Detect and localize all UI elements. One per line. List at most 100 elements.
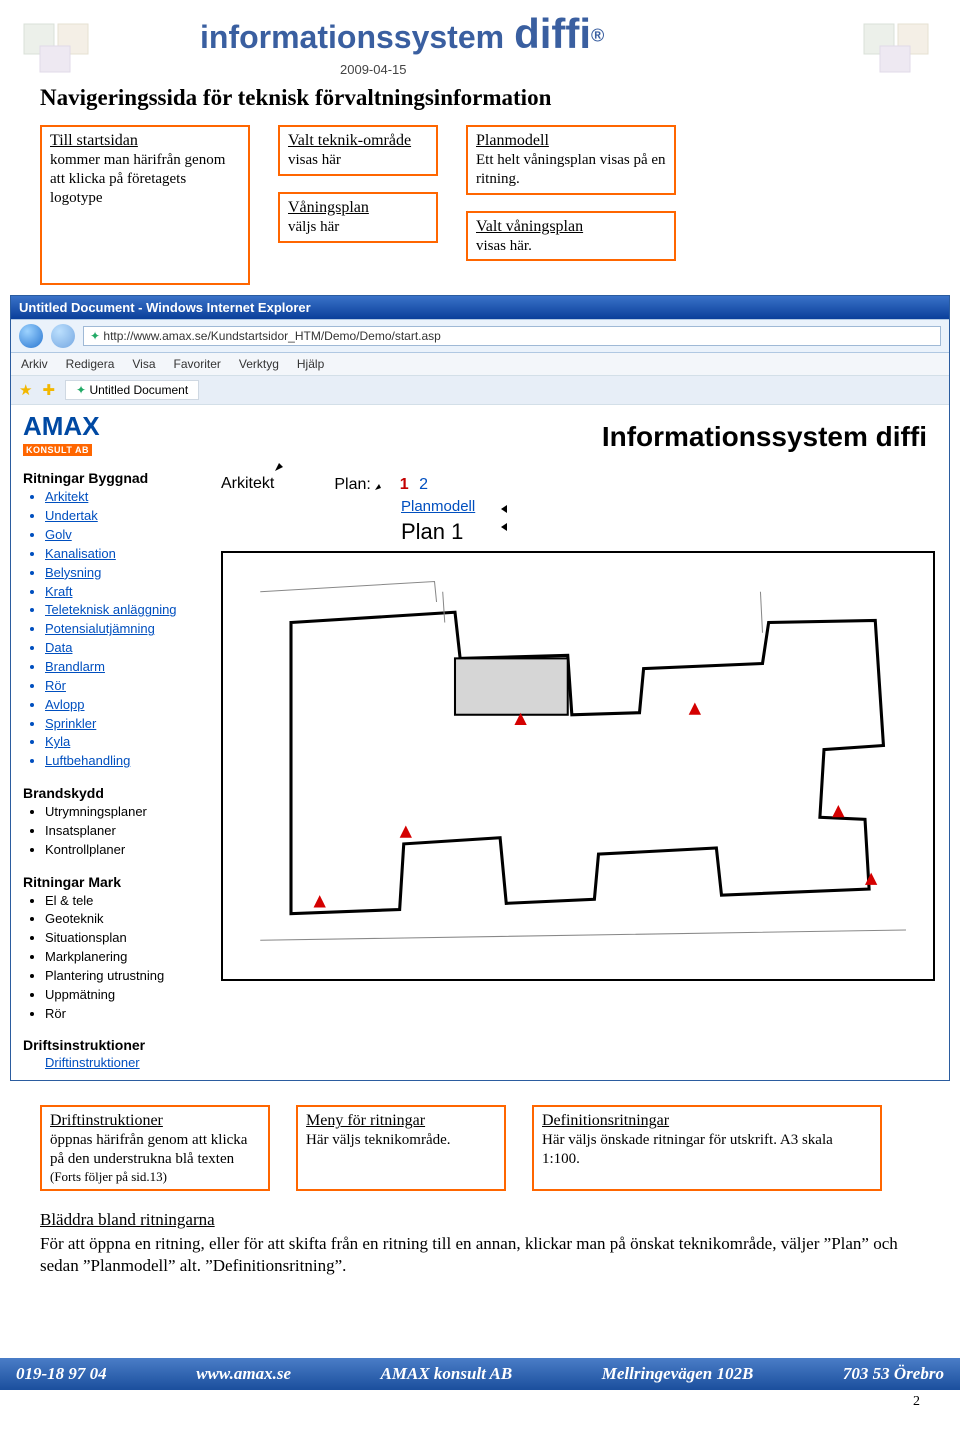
footer-bar: 019-18 97 04 www.amax.se AMAX konsult AB… — [0, 1358, 960, 1390]
sidebar-item[interactable]: Data — [45, 639, 203, 658]
sidebar-item: Plantering utrustning — [45, 967, 203, 986]
callout-teknik: Valt teknik-område visas här — [278, 125, 438, 176]
menu-arkiv[interactable]: Arkiv — [21, 357, 48, 371]
footer-company: AMAX konsult AB — [381, 1364, 513, 1384]
sidebar-heading: Brandskydd — [23, 785, 203, 801]
sidebar-item: Uppmätning — [45, 986, 203, 1005]
footer-post: 703 53 Örebro — [843, 1364, 944, 1384]
menu-verktyg[interactable]: Verktyg — [239, 357, 279, 371]
page-number: 2 — [0, 1390, 960, 1418]
sidebar-heading: Driftsinstruktioner — [23, 1037, 203, 1053]
sidebar-item[interactable]: Potensialutjämning — [45, 620, 203, 639]
bottom-text: För att öppna en ritning, eller för att … — [40, 1234, 898, 1275]
arrow-icon — [373, 478, 387, 492]
sidebar-item[interactable]: Kyla — [45, 733, 203, 752]
teknikomrade-value: Arkitekt — [221, 475, 274, 494]
ie-menubar: Arkiv Redigera Visa Favoriter Verktyg Hj… — [11, 353, 949, 376]
callout-drift-note: (Forts följer på sid.13) — [50, 1169, 260, 1185]
callout-start-caption: Till startsidan — [50, 131, 240, 151]
sidebar-item[interactable]: Sprinkler — [45, 715, 203, 734]
ie-window: Untitled Document - Windows Internet Exp… — [10, 295, 950, 1081]
callout-def: Definitionsritningar Här väljs önskade r… — [532, 1105, 882, 1191]
logo-brand: AMAX — [23, 415, 203, 438]
plan-1-link[interactable]: 1 — [400, 476, 409, 493]
sidebar-heading: Ritningar Mark — [23, 874, 203, 890]
sidebar-item: Situationsplan — [45, 929, 203, 948]
logo-sub: KONSULT AB — [23, 444, 92, 456]
callout-planmodell: Planmodell Ett helt våningsplan visas på… — [466, 125, 676, 195]
url-text: http://www.amax.se/Kundstartsidor_HTM/De… — [103, 329, 440, 343]
arrow-icon — [273, 455, 291, 475]
footer-phone: 019-18 97 04 — [16, 1364, 107, 1384]
arrow-icon — [499, 503, 521, 517]
callout-valt-caption: Valt våningsplan — [476, 217, 666, 237]
header-brand: informationssystem diffi® — [200, 10, 920, 58]
url-field[interactable]: ✦ http://www.amax.se/Kundstartsidor_HTM/… — [83, 326, 941, 346]
sidebar-item[interactable]: Undertak — [45, 507, 203, 526]
back-button-icon[interactable] — [19, 324, 43, 348]
callout-teknik-caption: Valt teknik-område — [288, 131, 428, 151]
callout-start: Till startsidan kommer man härifrån geno… — [40, 125, 250, 285]
planmodell-link[interactable]: Planmodell — [401, 498, 935, 515]
browser-tab[interactable]: ✦ Untitled Document — [65, 380, 199, 400]
callout-drift: Driftinstruktioner öppnas härifrån genom… — [40, 1105, 270, 1191]
plan-label: Plan: — [334, 476, 370, 493]
callout-meny: Meny för ritningar Här väljs teknikområd… — [296, 1105, 506, 1191]
callout-valt-text: visas här. — [476, 237, 666, 256]
plan-2-link[interactable]: 2 — [419, 476, 428, 493]
callout-start-text: kommer man härifrån genom att klicka på … — [50, 151, 240, 207]
sidebar-item[interactable]: Kraft — [45, 583, 203, 602]
ie-address-bar: ✦ http://www.amax.se/Kundstartsidor_HTM/… — [11, 319, 949, 353]
company-logo[interactable]: AMAX KONSULT AB — [23, 415, 203, 456]
sidebar-item[interactable]: Teleteknisk anläggning — [45, 601, 203, 620]
ie-tabstrip: ★ ✚ ✦ Untitled Document — [11, 376, 949, 405]
floorplan-drawing[interactable] — [221, 551, 935, 981]
menu-redigera[interactable]: Redigera — [66, 357, 115, 371]
menu-favoriter[interactable]: Favoriter — [174, 357, 221, 371]
callout-teknik-text: visas här — [288, 151, 428, 170]
page-title: Navigeringssida för teknisk förvaltnings… — [40, 85, 920, 111]
brand-prefix: informationssystem — [200, 19, 504, 55]
sidebar-item: Geoteknik — [45, 910, 203, 929]
sidebar-item[interactable]: Luftbehandling — [45, 752, 203, 771]
callout-vaning-text: väljs här — [288, 218, 428, 237]
sidebar-item[interactable]: Avlopp — [45, 696, 203, 715]
sidebar-item[interactable]: Belysning — [45, 564, 203, 583]
sidebar-item[interactable]: Brandlarm — [45, 658, 203, 677]
callout-meny-caption: Meny för ritningar — [306, 1111, 496, 1131]
sidebar-heading: Ritningar Byggnad — [23, 470, 203, 486]
callout-vaning-caption: Våningsplan — [288, 198, 428, 218]
footer-web: www.amax.se — [196, 1364, 291, 1384]
callout-valt-vaning: Valt våningsplan visas här. — [466, 211, 676, 262]
menu-hjalp[interactable]: Hjälp — [297, 357, 324, 371]
header-date: 2009-04-15 — [340, 62, 920, 77]
callout-planmodell-text: Ett helt våningsplan visas på en ritning… — [476, 151, 666, 189]
brand-registered: ® — [591, 26, 604, 46]
menu-visa[interactable]: Visa — [132, 357, 155, 371]
callout-drift-caption: Driftinstruktioner — [50, 1111, 260, 1131]
sidebar-item: El & tele — [45, 892, 203, 911]
sidebar-item[interactable]: Rör — [45, 677, 203, 696]
arrow-icon — [499, 521, 521, 535]
sidebar-item[interactable]: Kanalisation — [45, 545, 203, 564]
callout-vaning: Våningsplan väljs här — [278, 192, 438, 243]
bottom-heading: Bläddra bland ritningarna — [40, 1209, 920, 1231]
main-title: Informationssystem diffi — [221, 421, 927, 453]
footer-address: Mellringevägen 102B — [602, 1364, 754, 1384]
ie-titlebar: Untitled Document - Windows Internet Exp… — [11, 296, 949, 319]
sidebar-item[interactable]: Golv — [45, 526, 203, 545]
sidebar-item[interactable]: Arkitekt — [45, 488, 203, 507]
sidebar-item: Insatsplaner — [45, 822, 203, 841]
forward-button-icon[interactable] — [51, 324, 75, 348]
sidebar-item: Kontrollplaner — [45, 841, 203, 860]
callout-def-caption: Definitionsritningar — [542, 1111, 872, 1131]
add-favorite-icon[interactable]: ✚ — [42, 381, 55, 399]
sidebar-item: Rör — [45, 1005, 203, 1024]
sidebar-item[interactable]: Driftinstruktioner — [45, 1055, 203, 1070]
callout-planmodell-caption: Planmodell — [476, 131, 666, 151]
sidebar-item: Markplanering — [45, 948, 203, 967]
callout-def-text: Här väljs önskade ritningar för utskrift… — [542, 1131, 872, 1169]
callout-meny-text: Här väljs teknikområde. — [306, 1131, 496, 1150]
main-panel: Informationssystem diffi Arkitekt Plan: … — [211, 405, 949, 1080]
favorites-star-icon[interactable]: ★ — [19, 381, 32, 399]
